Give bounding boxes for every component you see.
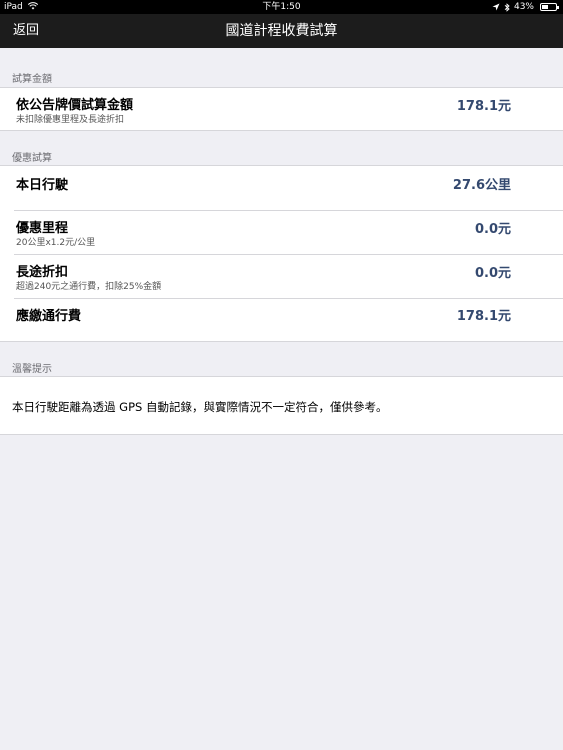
row-label: 長途折扣 [16, 265, 69, 280]
section-header-tips: 溫馨提示 [12, 364, 52, 375]
status-bar: iPad 下午1:50 43% [0, 0, 563, 14]
list-item-today-distance: 本日行駛 27.6公里 [0, 166, 563, 210]
row-value: 178.1元 [456, 309, 511, 324]
list-item-discount-mileage: 優惠里程 20公里x1.2元/公里 0.0元 [0, 211, 563, 254]
section-header-discount: 優惠試算 [12, 153, 52, 164]
row-sublabel: 超過240元之通行費，扣除25%金額 [16, 282, 162, 292]
list-item-long-distance-discount: 長途折扣 超過240元之通行費，扣除25%金額 0.0元 [0, 255, 563, 298]
location-arrow-icon [492, 3, 500, 11]
status-right: 43% [492, 0, 559, 14]
status-time: 下午1:50 [262, 2, 301, 12]
list-item-toll-due: 應繳通行費 178.1元 [0, 299, 563, 342]
discount-group: 本日行駛 27.6公里 優惠里程 20公里x1.2元/公里 0.0元 長途折扣 … [0, 165, 563, 342]
row-value: 27.6公里 [452, 178, 511, 193]
tip-text: 本日行駛距離為透過 GPS 自動記錄，與實際情況不一定符合，僅供參考。 [12, 400, 388, 414]
estimate-group: 依公告牌價試算金額 未扣除優惠里程及長途折扣 178.1元 [0, 87, 563, 131]
list-item-posted-price: 依公告牌價試算金額 未扣除優惠里程及長途折扣 178.1元 [0, 88, 563, 131]
row-sublabel: 未扣除優惠里程及長途折扣 [16, 115, 125, 125]
row-sublabel: 20公里x1.2元/公里 [16, 238, 96, 248]
battery-icon [540, 3, 559, 11]
bluetooth-icon [504, 2, 510, 12]
page-title: 國道計程收費試算 [225, 23, 338, 39]
tips-group: 本日行駛距離為透過 GPS 自動記錄，與實際情況不一定符合，僅供參考。 [0, 376, 563, 435]
row-value: 178.1元 [456, 99, 511, 114]
row-label: 本日行駛 [16, 178, 69, 193]
battery-level [542, 5, 548, 9]
row-label: 應繳通行費 [16, 309, 82, 324]
navigation-bar: 返回 國道計程收費試算 [0, 14, 563, 48]
row-value: 0.0元 [474, 266, 511, 281]
section-header-estimate: 試算金額 [12, 74, 52, 85]
row-value: 0.0元 [474, 222, 511, 237]
row-label: 優惠里程 [16, 221, 69, 236]
row-label: 依公告牌價試算金額 [16, 98, 134, 113]
battery-percent: 43% [513, 2, 534, 12]
